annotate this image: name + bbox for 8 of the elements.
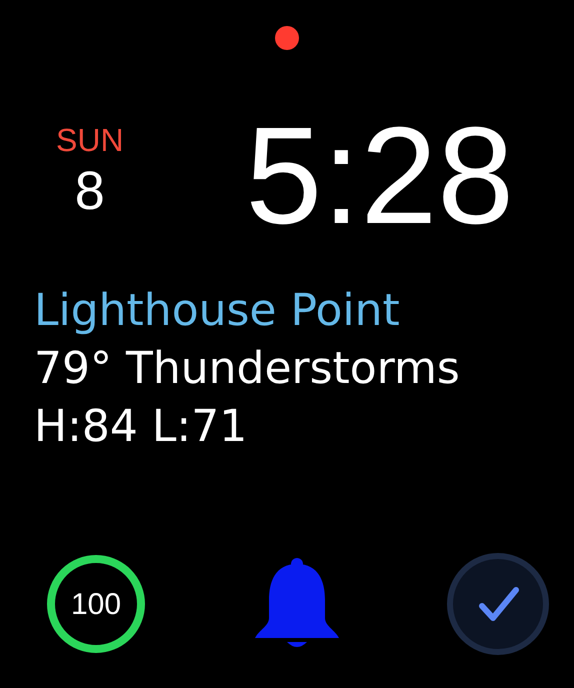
weather-condition: 79° Thunderstorms [34,342,460,396]
temperature-range: H:84 L:71 [34,400,248,454]
weekday: SUN [56,124,124,156]
clock-time: 5:28 [245,107,514,245]
ring-value: 100 [70,586,122,622]
checkmark-icon[interactable] [446,552,550,656]
day-number: 8 [74,164,105,218]
location-name: Lighthouse Point [34,284,400,338]
